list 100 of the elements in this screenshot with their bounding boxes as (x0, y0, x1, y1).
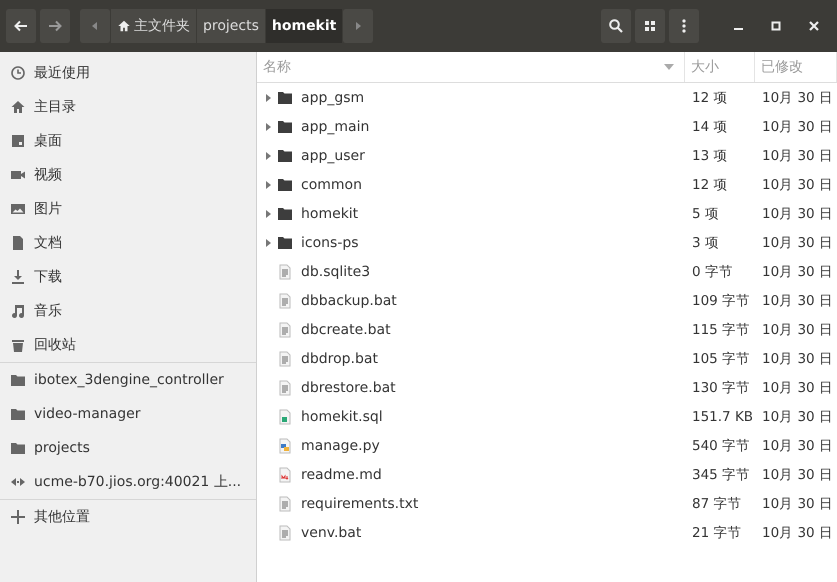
plus-icon (10, 509, 26, 525)
expander-right-icon[interactable] (263, 180, 273, 190)
folder-icon (10, 440, 26, 456)
modified-date: 10月 30 日 (761, 524, 834, 542)
expander-right-icon[interactable] (263, 238, 273, 248)
file-name[interactable]: db.sqlite3 (301, 264, 370, 280)
file-name[interactable]: dbdrop.bat (301, 350, 378, 366)
file-size: 87 字节 (691, 494, 742, 512)
text-file-icon (277, 524, 293, 540)
sidebar-item[interactable]: projects (0, 431, 256, 465)
file-size: 12 项 (691, 88, 728, 106)
sidebar-item[interactable]: 视频 (0, 158, 256, 192)
folder-icon (277, 148, 293, 164)
file-name[interactable]: app_gsm (301, 90, 364, 106)
file-name[interactable]: dbbackup.bat (301, 292, 397, 308)
file-name[interactable]: readme.md (301, 466, 382, 482)
markdown-file-icon (277, 466, 293, 482)
file-name[interactable]: homekit (301, 206, 358, 222)
sidebar-item[interactable]: 图片 (0, 192, 256, 226)
folder-icon (10, 406, 26, 422)
file-name[interactable]: app_user (301, 148, 365, 164)
file-name[interactable]: requirements.txt (301, 496, 418, 512)
back-button[interactable] (6, 9, 36, 43)
minimize-icon (734, 28, 742, 30)
folder-icon (277, 234, 293, 250)
sidebar-item[interactable]: 音乐 (0, 294, 256, 328)
sidebar-item[interactable]: ucme-b70.jios.org:40021 上... (0, 465, 256, 499)
folder-icon (277, 206, 293, 222)
grid-icon (642, 18, 658, 34)
forward-button[interactable] (40, 9, 70, 43)
search-icon (608, 18, 624, 34)
sidebar-item[interactable]: 文档 (0, 226, 256, 260)
file-name[interactable]: icons-ps (301, 234, 359, 250)
trash-icon (10, 337, 26, 353)
expander-right-icon[interactable] (263, 122, 273, 132)
modified-date: 10月 30 日 (761, 146, 834, 164)
modified-date: 10月 30 日 (761, 204, 834, 222)
expander-right-icon[interactable] (263, 92, 273, 102)
expander-right-icon[interactable] (263, 150, 273, 160)
sidebar-item[interactable]: ibotex_3dengine_controller (0, 363, 256, 397)
file-size: 5 项 (691, 204, 720, 222)
modified-date: 10月 30 日 (761, 176, 834, 194)
menu-button[interactable] (669, 9, 699, 43)
modified-date: 10月 30 日 (761, 494, 834, 512)
file-size: 105 字节 (691, 350, 752, 368)
music-note-icon (10, 303, 26, 319)
text-file-icon (277, 496, 293, 512)
home-icon (117, 19, 131, 33)
download-icon (10, 269, 26, 285)
sidebar-item[interactable]: 主目录 (0, 90, 256, 124)
text-file-icon (277, 322, 293, 338)
file-name[interactable]: app_main (301, 118, 370, 134)
sidebar-item[interactable]: video-manager (0, 397, 256, 431)
right-arrow-icon (47, 18, 63, 34)
file-name[interactable]: manage.py (301, 438, 380, 454)
folder-icon (10, 372, 26, 388)
file-name[interactable]: common (301, 176, 362, 192)
modified-date: 10月 30 日 (761, 88, 834, 106)
file-size: 109 字节 (691, 292, 752, 310)
left-arrow-icon (13, 18, 29, 34)
file-size: 345 字节 (691, 466, 752, 484)
expander-right-icon[interactable] (263, 208, 273, 218)
sidebar-item[interactable]: 回收站 (0, 328, 256, 362)
text-file-icon (277, 264, 293, 280)
file-name[interactable]: dbcreate.bat (301, 322, 391, 338)
modified-date: 10月 30 日 (761, 350, 834, 368)
home-icon (10, 99, 26, 115)
breadcrumb[interactable]: homekit (266, 9, 342, 43)
file-name[interactable]: homekit.sql (301, 408, 383, 424)
clock-icon (10, 65, 26, 81)
folder-icon (277, 90, 293, 106)
file-size: 14 项 (691, 118, 728, 136)
file-size: 151.7 KB (691, 408, 754, 424)
file-size: 12 项 (691, 176, 728, 194)
view-toggle-button[interactable] (635, 9, 665, 43)
modified-date: 10月 30 日 (761, 292, 834, 310)
file-size: 13 项 (691, 146, 728, 164)
script-file-icon (277, 438, 293, 454)
search-button[interactable] (601, 9, 631, 43)
breadcrumb[interactable]: 主文件夹 (111, 9, 196, 43)
file-name[interactable]: dbrestore.bat (301, 380, 396, 396)
data-file-icon (277, 408, 293, 424)
breadcrumb[interactable]: projects (197, 9, 265, 43)
modified-date: 10月 30 日 (761, 118, 834, 136)
file-name[interactable]: venv.bat (301, 524, 362, 540)
document-icon (10, 235, 26, 251)
file-size: 21 字节 (691, 524, 742, 542)
modified-date: 10月 30 日 (761, 436, 834, 454)
sidebar-item[interactable]: 最近使用 (0, 56, 256, 90)
modified-date: 10月 30 日 (761, 320, 834, 338)
sidebar-item[interactable]: 桌面 (0, 124, 256, 158)
file-size: 0 字节 (691, 262, 734, 280)
folder-icon (277, 176, 293, 192)
text-file-icon (277, 380, 293, 396)
modified-date: 10月 30 日 (761, 408, 834, 426)
sidebar-item[interactable]: 下载 (0, 260, 256, 294)
modified-date: 10月 30 日 (761, 234, 834, 252)
image-icon (10, 201, 26, 217)
text-file-icon (277, 292, 293, 308)
sidebar-item[interactable]: 其他位置 (0, 500, 256, 534)
